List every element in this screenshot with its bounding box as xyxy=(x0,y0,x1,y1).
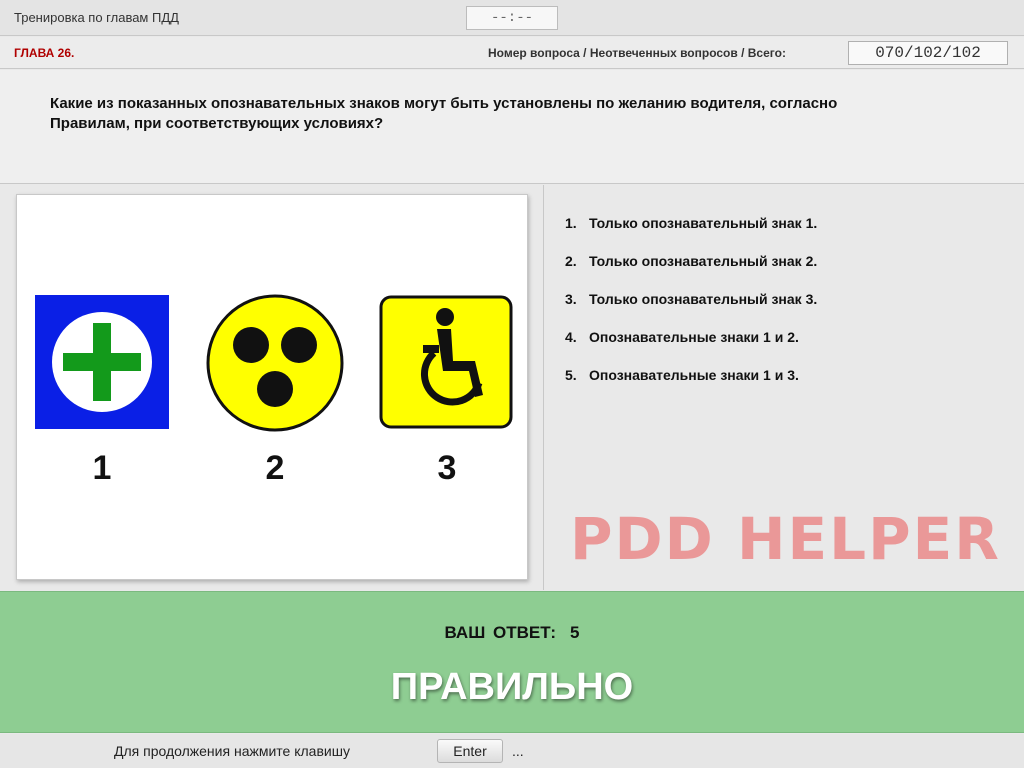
your-answer: ВАШ ОТВЕТ: 5 xyxy=(0,623,1024,643)
continue-hint: Для продолжения нажмите клавишу xyxy=(114,743,350,759)
answer-option-2[interactable]: 2. Только опознавательный знак 2. xyxy=(565,251,1005,289)
question-area: Какие из показанных опознавательных знак… xyxy=(0,70,1024,184)
watermark: PDD HELPER xyxy=(570,505,1001,573)
answer-option-3[interactable]: 3. Только опознавательный знак 3. xyxy=(565,289,1005,327)
answer-option-1[interactable]: 1. Только опознавательный знак 1. xyxy=(565,213,1005,251)
chapter-title: ГЛАВА 26. xyxy=(14,46,75,60)
verdict-text: ПРАВИЛЬНО xyxy=(390,666,634,708)
disabled-driver-wheelchair-icon xyxy=(379,295,513,429)
app-title: Тренировка по главам ПДД xyxy=(14,10,179,25)
footer: Для продолжения нажмите клавишу Enter ..… xyxy=(0,734,1024,768)
question-text: Какие из показанных опознавательных знак… xyxy=(50,95,838,132)
timer: --:-- xyxy=(466,6,558,30)
question-image: 1 2 3 xyxy=(16,194,528,580)
your-answer-label: ВАШ ОТВЕТ: xyxy=(444,623,557,642)
deaf-driver-dots-icon xyxy=(206,294,344,432)
answer-number: 4. xyxy=(565,329,577,345)
your-answer-value: 5 xyxy=(570,623,580,642)
answer-text: Только опознавательный знак 3. xyxy=(589,291,818,307)
answer-number: 5. xyxy=(565,367,577,383)
answer-text: Опознавательные знаки 1 и 2. xyxy=(589,329,799,345)
result-panel: ВАШ ОТВЕТ: 5 ПРАВИЛЬНО xyxy=(0,591,1024,733)
answer-list: 1. Только опознавательный знак 1. 2. Тольк… xyxy=(565,213,1005,403)
question-counter-label: Номер вопроса / Неотвеченных вопросов / … xyxy=(488,46,786,60)
panel-divider xyxy=(543,185,544,590)
answer-option-5[interactable]: 5. Опознавательные знаки 1 и 3. xyxy=(565,365,1005,403)
sign-number-2: 2 xyxy=(265,449,285,487)
first-aid-cross-icon xyxy=(35,295,169,429)
enter-key-button[interactable]: Enter xyxy=(437,739,503,763)
sign-number-1: 1 xyxy=(92,449,112,487)
top-bar: Тренировка по главам ПДД --:-- xyxy=(0,0,1024,36)
answer-text: Опознавательные знаки 1 и 3. xyxy=(589,367,799,383)
sign-number-3: 3 xyxy=(437,449,457,487)
footer-ellipsis: ... xyxy=(512,743,524,759)
chapter-bar: ГЛАВА 26. Номер вопроса / Неотвеченных в… xyxy=(0,37,1024,69)
answer-option-4[interactable]: 4. Опознавательные знаки 1 и 2. xyxy=(565,327,1005,365)
answer-number: 1. xyxy=(565,215,577,231)
question-counter: 070/102/102 xyxy=(848,41,1008,65)
answer-number: 2. xyxy=(565,253,577,269)
answer-text: Только опознавательный знак 1. xyxy=(589,215,818,231)
answer-number: 3. xyxy=(565,291,577,307)
answer-text: Только опознавательный знак 2. xyxy=(589,253,818,269)
